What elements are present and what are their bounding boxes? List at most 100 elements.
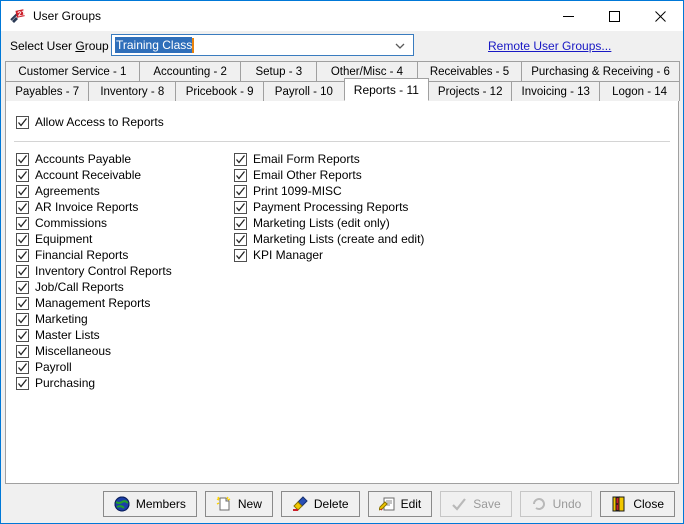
allow-access-to-reports-row[interactable]: Allow Access to Reports (16, 114, 164, 130)
tab-payroll-10[interactable]: Payroll - 10 (263, 81, 345, 101)
checkbox-row[interactable]: Equipment (16, 231, 172, 247)
chevron-down-icon[interactable] (394, 40, 406, 52)
checkbox-checked-icon[interactable] (234, 248, 247, 262)
tab-accounting-2[interactable]: Accounting - 2 (138, 61, 242, 81)
checkbox-row[interactable]: Job/Call Reports (16, 279, 172, 295)
checkbox-row[interactable]: Master Lists (16, 327, 172, 343)
checkbox-row[interactable]: KPI Manager (234, 247, 424, 263)
checkbox-label: Marketing Lists (create and edit) (253, 232, 425, 246)
checkbox-checked-icon[interactable] (16, 184, 29, 198)
checkbox-row[interactable]: Marketing Lists (create and edit) (234, 231, 424, 247)
checkbox-checked-icon[interactable] (16, 168, 29, 182)
tab-setup-3[interactable]: Setup - 3 (240, 61, 318, 81)
tab-payables-7[interactable]: Payables - 7 (5, 81, 90, 101)
tab-receivables-5[interactable]: Receivables - 5 (416, 61, 523, 81)
tab-customer-service-1[interactable]: Customer Service - 1 (5, 61, 140, 81)
checkbox-checked-icon[interactable] (234, 184, 247, 198)
checkbox-row[interactable]: Purchasing (16, 375, 172, 391)
tab-inventory-8[interactable]: Inventory - 8 (88, 81, 177, 101)
tab-label: Invoicing - 13 (521, 85, 590, 98)
tab-label: Reports - 11 (353, 82, 419, 97)
checkbox-label: Inventory Control Reports (35, 264, 172, 278)
checkbox-label: KPI Manager (253, 248, 324, 262)
minimize-button[interactable] (545, 1, 591, 31)
tab-purchasing-receiving-6[interactable]: Purchasing & Receiving - 6 (521, 61, 680, 81)
tab-label: Customer Service - 1 (18, 65, 127, 78)
checkbox-checked-icon[interactable] (16, 216, 29, 230)
checkbox-row[interactable]: Miscellaneous (16, 343, 172, 359)
tab-label: Projects - 12 (437, 85, 503, 98)
title-bar: 21 User Groups (1, 1, 683, 31)
checkbox-checked-icon[interactable] (16, 328, 29, 342)
checkbox-checked-icon[interactable] (234, 152, 247, 166)
checkbox-checked-icon[interactable] (16, 200, 29, 214)
checkbox-checked-icon[interactable] (16, 280, 29, 294)
checkbox-checked-icon[interactable] (234, 232, 247, 246)
checkbox-row[interactable]: Agreements (16, 183, 172, 199)
checkbox-row[interactable]: Commissions (16, 215, 172, 231)
checkbox-checked-icon[interactable] (16, 296, 29, 310)
checkbox-row[interactable]: Payment Processing Reports (234, 199, 424, 215)
checkbox-row[interactable]: Accounts Payable (16, 151, 172, 167)
checkmark-icon (451, 496, 467, 512)
tab-invoicing-13[interactable]: Invoicing - 13 (511, 81, 601, 101)
user-group-combobox[interactable]: Training Class (111, 34, 414, 56)
checkbox-label: Email Form Reports (253, 152, 360, 166)
checkbox-row[interactable]: Print 1099-MISC (234, 183, 424, 199)
checkbox-row[interactable]: Marketing (16, 311, 172, 327)
checkbox-row[interactable]: Financial Reports (16, 247, 172, 263)
members-button[interactable]: Members (102, 490, 197, 517)
tab-pricebook-9[interactable]: Pricebook - 9 (175, 81, 264, 101)
section-divider (14, 141, 670, 142)
remote-user-groups-link[interactable]: Remote User Groups... (488, 39, 611, 53)
checkbox-checked-icon[interactable] (16, 115, 29, 129)
checkbox-checked-icon[interactable] (16, 152, 29, 166)
select-user-group-row: Select User Group Training Class Remote … (1, 31, 683, 61)
checkbox-label: Agreements (35, 184, 100, 198)
checkbox-label: AR Invoice Reports (35, 200, 139, 214)
report-permissions-right-column: Email Form Reports Email Other Reports Pri… (234, 151, 424, 263)
tab-label: Purchasing & Receiving - 6 (531, 65, 670, 78)
maximize-button[interactable] (591, 1, 637, 31)
checkbox-checked-icon[interactable] (16, 264, 29, 278)
checkbox-row[interactable]: Management Reports (16, 295, 172, 311)
tab-label: Payroll - 10 (274, 85, 333, 98)
tab-label: Setup - 3 (255, 65, 303, 78)
checkbox-row[interactable]: Email Form Reports (234, 151, 424, 167)
checkbox-row[interactable]: AR Invoice Reports (16, 199, 172, 215)
select-user-group-label: Select User Group (10, 39, 109, 53)
edit-pencil-icon (377, 496, 395, 512)
checkbox-checked-icon[interactable] (234, 200, 247, 214)
checkbox-checked-icon[interactable] (16, 360, 29, 374)
checkbox-checked-icon[interactable] (16, 312, 29, 326)
tab-reports-11[interactable]: Reports - 11 (343, 78, 429, 101)
checkbox-checked-icon[interactable] (234, 216, 247, 230)
new-button[interactable]: New (204, 490, 273, 517)
checkbox-checked-icon[interactable] (16, 344, 29, 358)
tab-row-2: Payables - 7 Inventory - 8 Pricebook - 9 Pa… (5, 78, 680, 101)
checkbox-label: Marketing Lists (edit only) (253, 216, 390, 230)
checkbox-row[interactable]: Inventory Control Reports (16, 263, 172, 279)
checkbox-checked-icon[interactable] (234, 168, 247, 182)
checkbox-label: Management Reports (35, 296, 151, 310)
tab-logon-14[interactable]: Logon - 14 (599, 81, 680, 101)
checkbox-checked-icon[interactable] (16, 232, 29, 246)
close-button[interactable]: Close (600, 490, 675, 517)
edit-button[interactable]: Edit (367, 490, 433, 517)
checkbox-checked-icon[interactable] (16, 376, 29, 390)
close-button[interactable] (637, 1, 683, 31)
checkbox-checked-icon[interactable] (16, 248, 29, 262)
broom-icon (292, 495, 308, 512)
tab-label: Logon - 14 (612, 85, 668, 98)
checkbox-row[interactable]: Marketing Lists (edit only) (234, 215, 424, 231)
action-button-bar: Members New Delete Edit Save Undo Close (1, 484, 683, 523)
checkbox-row[interactable]: Email Other Reports (234, 167, 424, 183)
tab-label: Payables - 7 (15, 85, 80, 98)
checkbox-row[interactable]: Payroll (16, 359, 172, 375)
tab-projects-12[interactable]: Projects - 12 (428, 81, 513, 101)
checkbox-row[interactable]: Allow Access to Reports (16, 114, 164, 130)
checkbox-row[interactable]: Account Receivable (16, 167, 172, 183)
delete-button[interactable]: Delete (280, 490, 360, 517)
button-label: Undo (552, 496, 582, 511)
reports-permissions-panel: Allow Access to Reports Accounts Payable… (5, 101, 679, 484)
